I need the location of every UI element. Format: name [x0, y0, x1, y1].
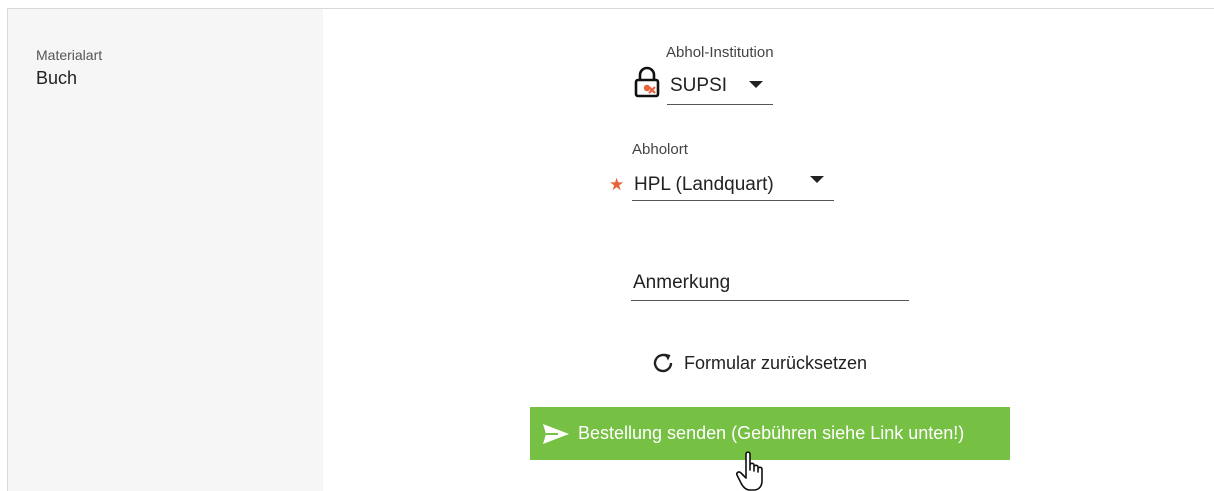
submit-order-label: Bestellung senden (Gebühren siehe Link u… — [578, 423, 965, 443]
pickup-location-label: Abholort — [632, 141, 688, 158]
pickup-location-select[interactable]: HPL (Landquart) — [632, 167, 834, 201]
send-icon — [543, 423, 569, 444]
chevron-down-icon — [749, 81, 763, 88]
hand-cursor-icon — [736, 451, 763, 491]
note-input[interactable]: Anmerkung — [631, 265, 909, 301]
pickup-location-value: HPL (Landquart) — [634, 174, 774, 195]
required-star-icon: ★ — [609, 175, 625, 194]
refresh-icon — [653, 353, 673, 373]
pickup-institution-label: Abhol-Institution — [666, 44, 774, 61]
lock-icon — [634, 66, 660, 98]
chevron-down-icon — [810, 176, 824, 183]
reset-form-label: Formular zurücksetzen — [684, 352, 868, 373]
pickup-institution-select[interactable]: SUPSI — [667, 71, 773, 105]
note-label: Anmerkung — [633, 272, 731, 293]
pickup-institution-value: SUPSI — [670, 75, 728, 96]
reset-form-button[interactable]: Formular zurücksetzen — [651, 349, 867, 377]
material-type-label: Materialart — [36, 47, 103, 63]
material-type-value: Buch — [36, 68, 78, 88]
